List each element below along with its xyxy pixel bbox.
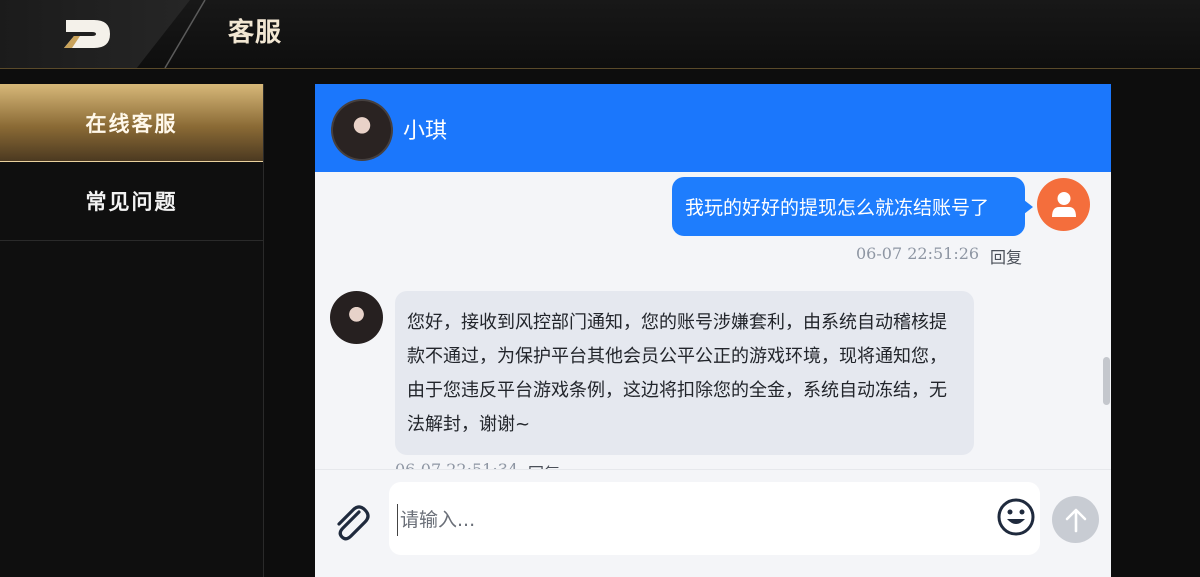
sidebar-item-online-service[interactable]: 在线客服 <box>0 84 263 162</box>
message-input-container <box>389 482 1040 555</box>
top-bar: 客服 <box>0 0 1200 69</box>
back-icon <box>64 20 110 48</box>
message-input-bar <box>315 469 1111 577</box>
user-icon <box>1052 192 1076 217</box>
send-arrow-icon <box>1065 508 1087 533</box>
reply-link[interactable]: 回复 <box>528 460 560 469</box>
send-button[interactable] <box>1052 496 1099 543</box>
agent-name: 小琪 <box>403 119 448 144</box>
header-divider <box>164 0 206 68</box>
agent-avatar <box>331 99 393 161</box>
user-avatar <box>1037 178 1090 231</box>
paperclip-icon <box>337 505 370 541</box>
emoji-icon <box>997 498 1035 536</box>
message-input[interactable] <box>397 504 982 536</box>
message-list[interactable]: 我玩的好好的提现怎么就冻结账号了 06-07 22:51:26 回复 您好，接收… <box>315 172 1111 469</box>
message-timestamp: 06-07 22:51:26 <box>856 244 980 263</box>
attach-button[interactable] <box>329 500 375 546</box>
emoji-button[interactable] <box>996 497 1036 537</box>
sidebar: 在线客服 常见问题 <box>0 84 264 577</box>
sidebar-item-faq[interactable]: 常见问题 <box>0 162 263 241</box>
agent-message-bubble: 您好，接收到风控部门通知，您的账号涉嫌套利，由系统自动稽核提款不通过，为保护平台… <box>395 291 974 455</box>
scrollbar-thumb[interactable] <box>1103 357 1110 405</box>
reply-link[interactable]: 回复 <box>990 244 1022 268</box>
page-title: 客服 <box>228 18 283 48</box>
chat-panel: 小琪 我玩的好好的提现怎么就冻结账号了 06-07 22:51:26 回复 您好… <box>315 84 1111 577</box>
user-message-bubble: 我玩的好好的提现怎么就冻结账号了 <box>672 177 1033 236</box>
agent-avatar <box>330 291 383 344</box>
chat-header: 小琪 <box>315 84 1111 172</box>
message-timestamp: 06-07 22:51:34 <box>395 460 518 469</box>
